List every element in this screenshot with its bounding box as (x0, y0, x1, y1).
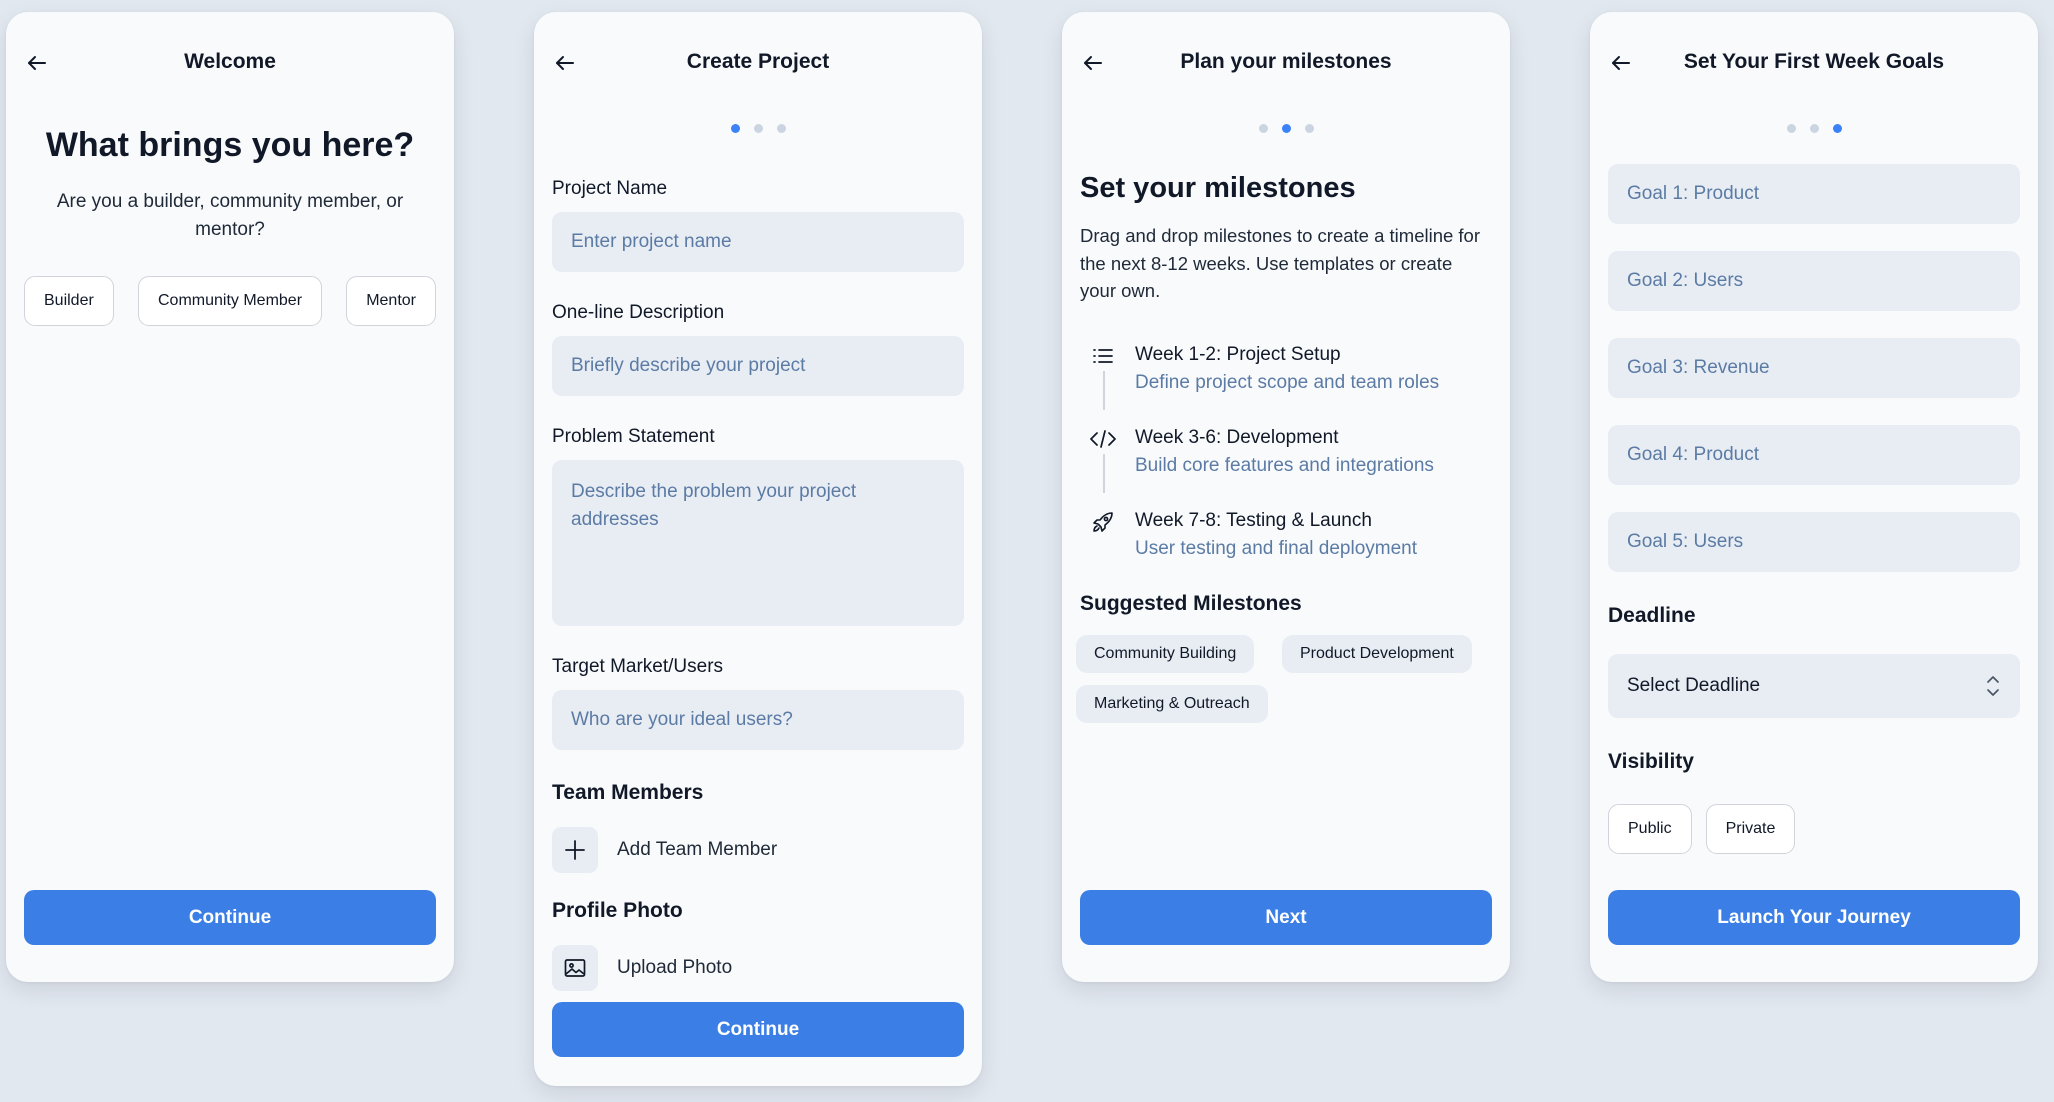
profile-photo-title: Profile Photo (552, 899, 683, 922)
goal-input-1[interactable]: Goal 1: Product (1608, 164, 2020, 224)
page-title: Welcome (184, 50, 276, 73)
create-project-screen: Create Project Project Name Enter projec… (534, 12, 982, 1086)
arrow-left-icon (1084, 56, 1102, 70)
visibility-private-button[interactable]: Private (1705, 804, 1796, 854)
timeline-item-title: Week 1-2: Project Setup (1135, 344, 1341, 365)
step-indicator (1590, 124, 2038, 133)
step-dot-1 (1258, 124, 1268, 133)
suggested-milestone-chip[interactable]: Marketing & Outreach (1076, 685, 1268, 723)
project-name-input[interactable]: Enter project name (552, 212, 964, 272)
page-title: Create Project (686, 50, 830, 73)
create-project-header: Create Project (534, 12, 982, 102)
list-icon (1088, 341, 1118, 371)
continue-button[interactable]: Continue (552, 1002, 964, 1057)
add-team-member-label: Add Team Member (617, 839, 778, 860)
milestones-description: Drag and drop milestones to create a tim… (1080, 225, 1481, 301)
step-dot-2 (1281, 124, 1291, 133)
arrow-left-icon (28, 56, 46, 70)
suggested-milestone-chip[interactable]: Community Building (1076, 635, 1255, 673)
timeline-item-subtitle: Define project scope and team roles (1135, 372, 1440, 393)
project-name-label: Project Name (552, 178, 668, 199)
suggested-milestone-chip[interactable]: Product Development (1282, 635, 1472, 673)
step-indicator (534, 124, 982, 133)
role-options: Builder Community Member Mentor (24, 276, 436, 326)
goal-input-4[interactable]: Goal 4: Product (1608, 425, 2020, 485)
launch-journey-button[interactable]: Launch Your Journey (1608, 890, 2020, 945)
problem-statement-label: Problem Statement (552, 426, 715, 447)
chevron-up-down-icon (1987, 676, 1999, 696)
problem-statement-textarea[interactable]: Describe the problem your project addres… (552, 460, 964, 626)
role-builder-button[interactable]: Builder (24, 276, 114, 326)
goal-input-2[interactable]: Goal 2: Users (1608, 251, 2020, 311)
back-button[interactable] (1076, 46, 1110, 80)
upload-photo-button[interactable]: Upload Photo (552, 945, 732, 991)
arrow-left-icon (1612, 56, 1630, 70)
role-community-member-button[interactable]: Community Member (137, 276, 323, 326)
target-market-label: Target Market/Users (552, 656, 724, 677)
goal-input-5[interactable]: Goal 5: Users (1608, 512, 2020, 572)
add-team-member-button[interactable]: Add Team Member (552, 827, 777, 873)
welcome-heading: What brings you here? (45, 126, 415, 164)
step-dot-2 (753, 124, 763, 133)
step-dot-3 (776, 124, 786, 133)
next-button[interactable]: Next (1080, 890, 1492, 945)
timeline-item-subtitle: Build core features and integrations (1135, 455, 1434, 476)
target-market-input[interactable]: Who are your ideal users? (552, 690, 964, 750)
welcome-subtitle: Are you a builder, community member, or … (56, 191, 404, 240)
milestones-heading: Set your milestones (1080, 172, 1356, 204)
visibility-options: Public Private (1608, 804, 1796, 854)
deadline-title: Deadline (1608, 604, 1696, 627)
back-button[interactable] (548, 46, 582, 80)
step-dot-2 (1809, 124, 1819, 133)
timeline-item-subtitle: User testing and final deployment (1135, 538, 1417, 559)
deadline-select-value: Select Deadline (1627, 675, 1761, 696)
description-input[interactable]: Briefly describe your project (552, 336, 964, 396)
welcome-header: Welcome (6, 12, 454, 102)
timeline-item-title: Week 7-8: Testing & Launch (1135, 510, 1372, 531)
welcome-screen: Welcome What brings you here? Are you a … (6, 12, 454, 982)
visibility-public-button[interactable]: Public (1608, 804, 1692, 854)
page-title: Plan your milestones (1180, 50, 1392, 73)
back-button[interactable] (20, 46, 54, 80)
rocket-icon (1088, 507, 1118, 537)
timeline-item[interactable]: Week 3-6: Development Build core feature… (1080, 423, 1492, 483)
description-label: One-line Description (552, 302, 725, 323)
image-icon (552, 945, 598, 991)
goals-header: Set Your First Week Goals (1590, 12, 2038, 102)
timeline-item[interactable]: Week 1-2: Project Setup Define project s… (1080, 340, 1492, 400)
timeline-item[interactable]: Week 7-8: Testing & Launch User testing … (1080, 506, 1492, 566)
step-dot-3 (1304, 124, 1314, 133)
milestones-screen: Plan your milestones Set your milestones… (1062, 12, 1510, 982)
milestones-header: Plan your milestones (1062, 12, 1510, 102)
arrow-left-icon (556, 56, 574, 70)
step-dot-3 (1832, 124, 1842, 133)
step-dot-1 (1786, 124, 1796, 133)
timeline-item-title: Week 3-6: Development (1135, 427, 1339, 448)
code-icon (1088, 424, 1118, 454)
step-dot-1 (730, 124, 740, 133)
page-title: Set Your First Week Goals (1683, 50, 1945, 73)
step-indicator (1062, 124, 1510, 133)
visibility-title: Visibility (1608, 750, 1694, 773)
continue-button[interactable]: Continue (24, 890, 436, 945)
back-button[interactable] (1604, 46, 1638, 80)
plus-icon (552, 827, 598, 873)
suggested-milestones-title: Suggested Milestones (1080, 592, 1302, 615)
role-mentor-button[interactable]: Mentor (346, 276, 436, 326)
goals-screen: Set Your First Week Goals Goal 1: Produc… (1590, 12, 2038, 982)
deadline-select[interactable]: Select Deadline (1608, 654, 2020, 718)
team-members-title: Team Members (552, 781, 704, 804)
goal-input-3[interactable]: Goal 3: Revenue (1608, 338, 2020, 398)
upload-photo-label: Upload Photo (617, 957, 733, 978)
